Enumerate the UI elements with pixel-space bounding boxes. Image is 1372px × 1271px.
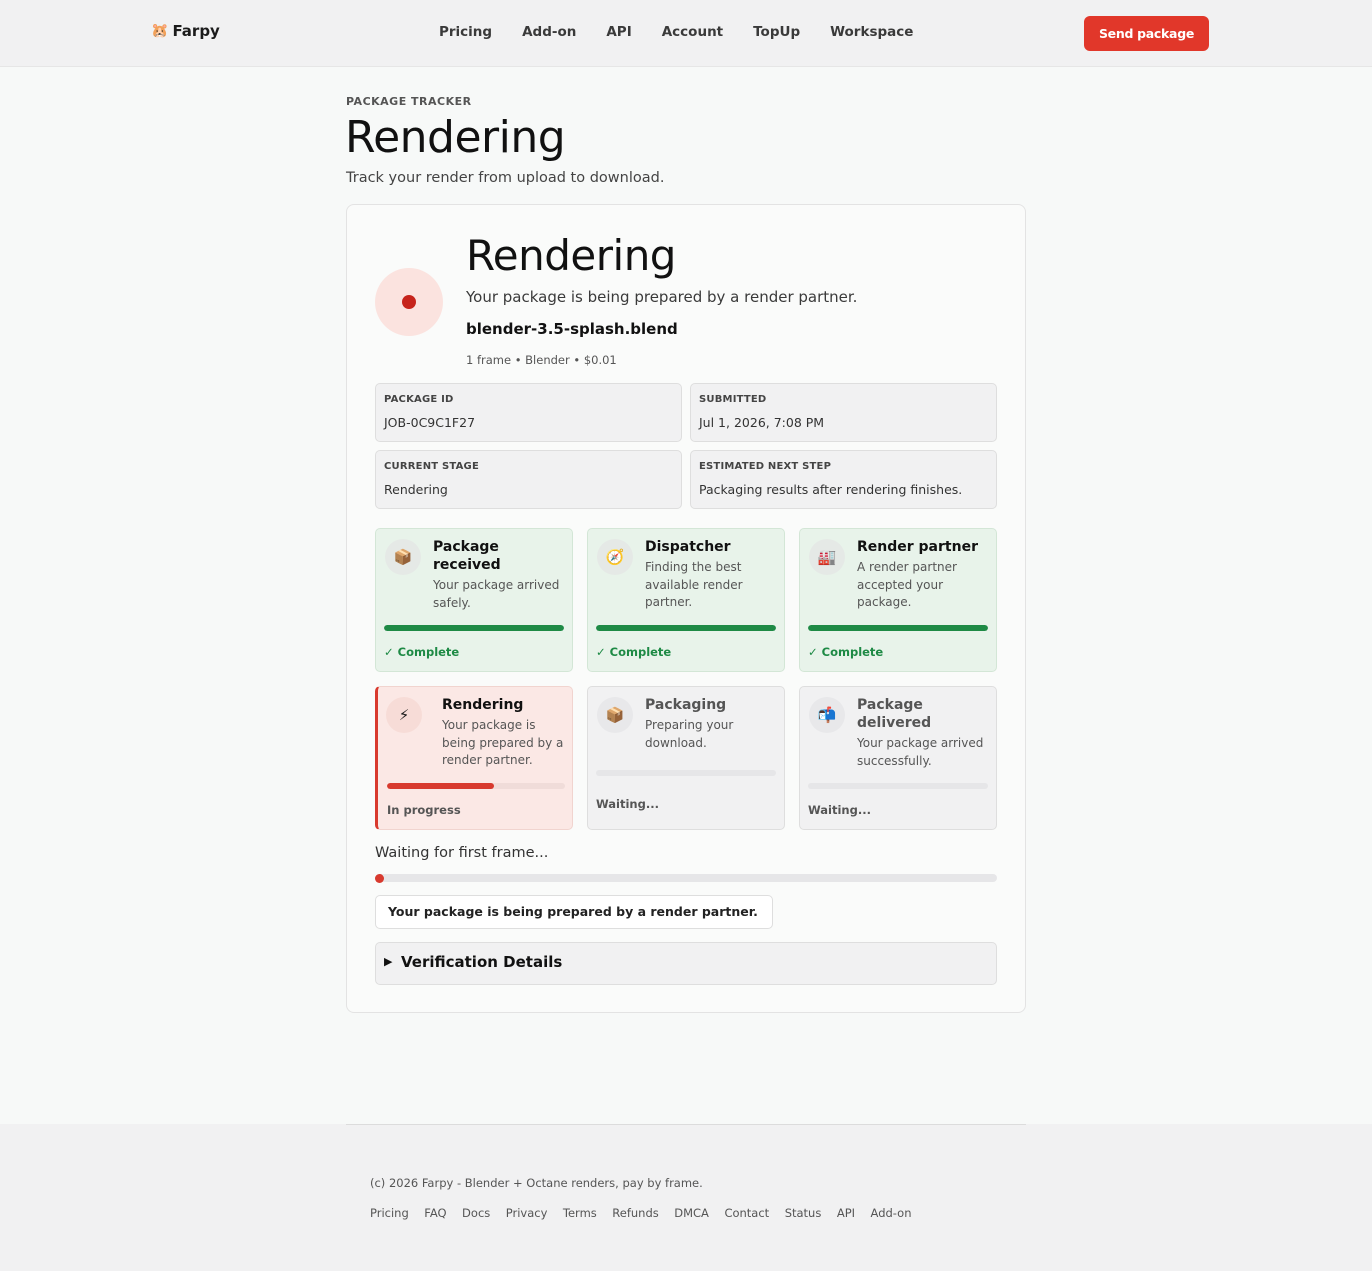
verification-details-label: Verification Details <box>401 953 563 971</box>
nav-link-topup[interactable]: TopUp <box>753 24 800 40</box>
file-meta: 1 frame • Blender • $0.01 <box>466 353 617 367</box>
stage-progress-bar <box>596 770 776 776</box>
stage-progress-bar <box>808 625 988 631</box>
status-indicator <box>375 268 443 336</box>
stage-packaging: 📦 Packaging Preparing your download. Wai… <box>587 686 785 830</box>
nav-link-api[interactable]: API <box>606 24 631 40</box>
stage-package-delivered: 📬 Package delivered Your package arrived… <box>799 686 997 830</box>
factory-icon: 🏭 <box>809 539 845 575</box>
info-label: PACKAGE ID <box>384 394 454 405</box>
footer-links: Pricing FAQ Docs Privacy Terms Refunds D… <box>370 1206 912 1220</box>
info-value: Packaging results after rendering finish… <box>699 482 963 497</box>
stage-description: Preparing your download. <box>645 718 734 750</box>
page-subtitle: Track your render from upload to downloa… <box>346 170 665 186</box>
main-menu: Pricing Add-on API Account TopUp Workspa… <box>439 24 913 40</box>
page-eyebrow: PACKAGE TRACKER <box>346 95 472 108</box>
frame-progress-bar <box>375 873 997 883</box>
footer-link-contact[interactable]: Contact <box>724 1206 769 1220</box>
stage-title: Package delivered <box>857 697 932 731</box>
stage-dispatcher: 🧭 Dispatcher Finding the best available … <box>587 528 785 672</box>
stage-state: ✓ Complete <box>596 645 672 659</box>
info-value: Jul 1, 2026, 7:08 PM <box>699 415 825 430</box>
status-dot-icon <box>402 295 416 309</box>
info-label: ESTIMATED NEXT STEP <box>699 461 832 472</box>
footer-link-dmca[interactable]: DMCA <box>674 1206 709 1220</box>
triangle-right-icon: ▶ <box>384 955 393 968</box>
info-label: CURRENT STAGE <box>384 461 479 472</box>
package-icon: 📦 <box>385 539 421 575</box>
footer-link-privacy[interactable]: Privacy <box>506 1206 548 1220</box>
stage-description: Finding the best available render partne… <box>645 560 743 609</box>
copyright: (c) 2026 Farpy - Blender + Octane render… <box>370 1176 703 1190</box>
brand-name: Farpy <box>172 22 220 40</box>
compass-icon: 🧭 <box>597 539 633 575</box>
stage-title: Package received <box>433 539 501 573</box>
stage-description: Your package arrived successfully. <box>857 736 984 768</box>
status-message: Your package is being prepared by a rend… <box>375 895 773 929</box>
stage-title: Rendering <box>442 697 524 713</box>
info-value: JOB-0C9C1F27 <box>384 415 476 430</box>
stage-description: Your package arrived safely. <box>433 578 560 610</box>
status-subtitle: Your package is being prepared by a rend… <box>466 288 858 306</box>
stage-state: ✓ Complete <box>384 645 460 659</box>
stage-title: Packaging <box>645 697 727 713</box>
stage-state: In progress <box>387 803 461 817</box>
stage-title: Dispatcher <box>645 539 731 555</box>
file-name: blender-3.5-splash.blend <box>466 320 678 338</box>
nav-link-workspace[interactable]: Workspace <box>830 24 913 40</box>
footer-link-faq[interactable]: FAQ <box>424 1206 446 1220</box>
nav-link-pricing[interactable]: Pricing <box>439 24 492 40</box>
stage-progress-bar <box>384 625 564 631</box>
stage-package-received: 📦 Package received Your package arrived … <box>375 528 573 672</box>
footer-link-pricing[interactable]: Pricing <box>370 1206 409 1220</box>
info-next-step: ESTIMATED NEXT STEP Packaging results af… <box>690 450 997 509</box>
footer-link-add-on[interactable]: Add-on <box>871 1206 912 1220</box>
nav-link-add-on[interactable]: Add-on <box>522 24 576 40</box>
stage-state: ✓ Complete <box>808 645 884 659</box>
nav-link-account[interactable]: Account <box>662 24 723 40</box>
info-submitted: SUBMITTED Jul 1, 2026, 7:08 PM <box>690 383 997 442</box>
stage-progress-bar <box>596 625 776 631</box>
stage-state: Waiting... <box>596 797 659 811</box>
page-title: Rendering <box>345 112 566 163</box>
frame-progress-dot-icon <box>375 873 384 883</box>
info-package-id: PACKAGE ID JOB-0C9C1F27 <box>375 383 682 442</box>
info-current-stage: CURRENT STAGE Rendering <box>375 450 682 509</box>
stage-description: A render partner accepted your package. <box>857 560 957 609</box>
footer: (c) 2026 Farpy - Blender + Octane render… <box>0 1124 1372 1271</box>
footer-divider <box>346 1124 1026 1125</box>
tracker-card: Rendering Your package is being prepared… <box>346 204 1026 1013</box>
status-title: Rendering <box>466 231 676 280</box>
lightning-icon: ⚡ <box>386 697 422 733</box>
footer-link-api[interactable]: API <box>837 1206 855 1220</box>
stage-progress-bar <box>808 783 988 789</box>
frame-status: Waiting for first frame... <box>375 845 549 861</box>
stage-state: Waiting... <box>808 803 871 817</box>
top-nav: 🐹 Farpy Pricing Add-on API Account TopUp… <box>0 0 1372 67</box>
footer-link-status[interactable]: Status <box>785 1206 822 1220</box>
hamster-icon: 🐹 <box>151 23 169 39</box>
info-value: Rendering <box>384 482 448 497</box>
stage-render-partner: 🏭 Render partner A render partner accept… <box>799 528 997 672</box>
footer-link-terms[interactable]: Terms <box>563 1206 597 1220</box>
brand-logo[interactable]: 🐹 Farpy <box>151 22 220 40</box>
stage-progress-bar <box>387 783 565 789</box>
mailbox-icon: 📬 <box>809 697 845 733</box>
stage-description: Your package is being prepared by a rend… <box>442 718 564 767</box>
package-icon: 📦 <box>597 697 633 733</box>
stage-rendering: ⚡ Rendering Your package is being prepar… <box>375 686 573 830</box>
send-package-button[interactable]: Send package <box>1084 16 1209 51</box>
info-label: SUBMITTED <box>699 394 767 405</box>
footer-link-docs[interactable]: Docs <box>462 1206 490 1220</box>
footer-link-refunds[interactable]: Refunds <box>612 1206 658 1220</box>
verification-details-toggle[interactable]: ▶ Verification Details <box>375 942 997 985</box>
stage-title: Render partner <box>857 539 978 555</box>
